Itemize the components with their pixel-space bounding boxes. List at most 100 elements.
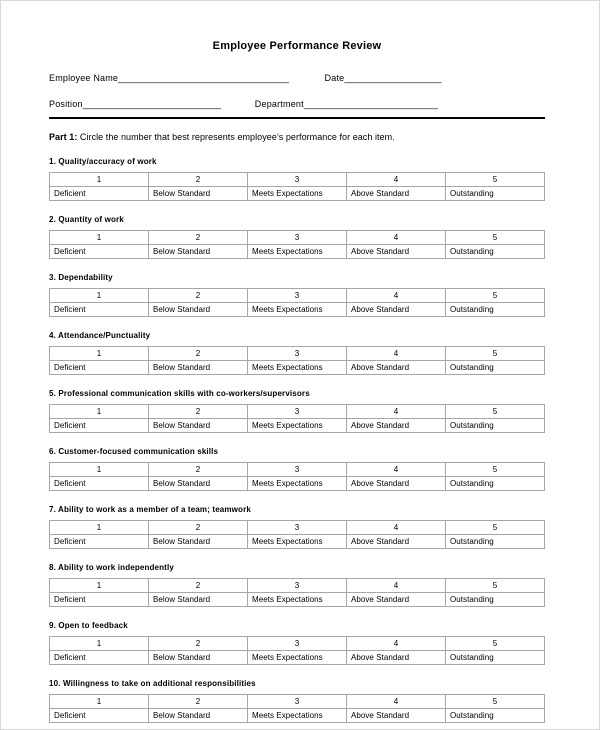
rating-item: 10. Willingness to take on additional re…: [49, 678, 545, 723]
rating-score-cell[interactable]: 1: [49, 636, 149, 651]
position-label: Position: [49, 99, 83, 109]
rating-score-cell[interactable]: 5: [445, 636, 545, 651]
rating-label-row: Deficient Below Standard Meets Expectation…: [49, 360, 545, 375]
rating-score-cell[interactable]: 2: [148, 346, 248, 361]
rating-score-cell[interactable]: 3: [247, 172, 347, 187]
rating-score-cell[interactable]: 1: [49, 404, 149, 419]
rating-score-cell[interactable]: 1: [49, 520, 149, 535]
rating-score-cell[interactable]: 5: [445, 172, 545, 187]
rating-score-row: 12345: [49, 288, 545, 303]
rating-score-cell[interactable]: 3: [247, 230, 347, 245]
rating-score-cell[interactable]: 4: [346, 346, 446, 361]
position-field[interactable]: Position______________________________: [49, 98, 221, 110]
rating-label-cell: Above Standard: [346, 302, 446, 317]
rating-label-cell: Outstanding: [445, 244, 545, 259]
rating-label-cell: Deficient: [49, 360, 149, 375]
rating-score-cell[interactable]: 1: [49, 346, 149, 361]
date-blank[interactable]: _____________________: [344, 73, 441, 83]
rating-score-cell[interactable]: 4: [346, 694, 446, 709]
rating-score-cell[interactable]: 5: [445, 230, 545, 245]
rating-score-row: 12345: [49, 578, 545, 593]
employee-name-label: Employee Name: [49, 73, 119, 83]
header-field-row-2: Position______________________________ D…: [49, 98, 545, 110]
rating-score-cell[interactable]: 1: [49, 462, 149, 477]
rating-label-row: Deficient Below Standard Meets Expectation…: [49, 186, 545, 201]
rating-label-cell: Deficient: [49, 302, 149, 317]
rating-score-cell[interactable]: 3: [247, 462, 347, 477]
rating-score-cell[interactable]: 4: [346, 404, 446, 419]
rating-score-cell[interactable]: 2: [148, 404, 248, 419]
department-field[interactable]: Department_____________________________: [255, 98, 438, 110]
department-blank[interactable]: _____________________________: [304, 99, 438, 109]
rating-label-cell: Below Standard: [148, 418, 248, 433]
rating-label-cell: Meets Expectations: [247, 592, 347, 607]
rating-label-cell: Deficient: [49, 244, 149, 259]
rating-label-row: Deficient Below Standard Meets Expectation…: [49, 244, 545, 259]
rating-label-cell: Above Standard: [346, 708, 446, 723]
header-field-row-1: Employee Name___________________________…: [49, 72, 545, 84]
rating-item: 2. Quantity of work 1 2 3 4 5 Deficient Below S…: [49, 214, 545, 259]
rating-item-heading: 9. Open to feedback: [49, 621, 128, 630]
rating-score-cell[interactable]: 3: [247, 404, 347, 419]
rating-score-cell[interactable]: 2: [148, 230, 248, 245]
rating-score-cell[interactable]: 3: [247, 636, 347, 651]
rating-item-heading: 6. Customer-focused communication skills: [49, 447, 219, 456]
position-blank[interactable]: ______________________________: [83, 99, 222, 109]
rating-score-cell[interactable]: 1: [49, 694, 149, 709]
rating-score-cell[interactable]: 4: [346, 288, 446, 303]
rating-score-cell[interactable]: 5: [445, 520, 545, 535]
date-field[interactable]: Date_____________________: [325, 72, 442, 84]
rating-score-cell[interactable]: 4: [346, 172, 446, 187]
rating-scale-table: 1 2 3 4 5 Deficient Below Standard Meets Expect…: [49, 288, 545, 317]
rating-score-cell[interactable]: 4: [346, 636, 446, 651]
rating-label-cell: Deficient: [49, 708, 149, 723]
rating-score-row: 12345: [49, 230, 545, 245]
rating-score-cell[interactable]: 4: [346, 230, 446, 245]
part-1-label: Part 1:: [49, 132, 78, 142]
header-divider: [49, 117, 545, 119]
rating-label-cell: Outstanding: [445, 476, 545, 491]
rating-score-cell[interactable]: 4: [346, 578, 446, 593]
rating-score-cell[interactable]: 2: [148, 694, 248, 709]
rating-score-cell[interactable]: 2: [148, 578, 248, 593]
rating-item-heading: 4. Attendance/Punctuality: [49, 331, 151, 340]
rating-score-cell[interactable]: 1: [49, 578, 149, 593]
rating-score-cell[interactable]: 2: [148, 520, 248, 535]
document-page: Employee Performance Review Employee Nam…: [0, 0, 600, 730]
employee-name-field[interactable]: Employee Name___________________________…: [49, 72, 289, 84]
rating-score-cell[interactable]: 5: [445, 462, 545, 477]
rating-score-cell[interactable]: 5: [445, 404, 545, 419]
rating-label-cell: Meets Expectations: [247, 360, 347, 375]
rating-score-cell[interactable]: 5: [445, 346, 545, 361]
rating-label-cell: Outstanding: [445, 418, 545, 433]
rating-score-cell[interactable]: 1: [49, 230, 149, 245]
rating-scale-table: 1 2 3 4 5 Deficient Below Standard Meets Expect…: [49, 636, 545, 665]
rating-score-cell[interactable]: 5: [445, 694, 545, 709]
rating-score-cell[interactable]: 2: [148, 288, 248, 303]
rating-score-cell[interactable]: 3: [247, 288, 347, 303]
employee-name-blank[interactable]: _____________________________________: [118, 73, 289, 83]
rating-scale-table: 1 2 3 4 5 Deficient Below Standard Meets Expect…: [49, 230, 545, 259]
rating-score-cell[interactable]: 4: [346, 520, 446, 535]
rating-score-cell[interactable]: 3: [247, 694, 347, 709]
rating-score-cell[interactable]: 5: [445, 578, 545, 593]
rating-label-cell: Below Standard: [148, 244, 248, 259]
rating-score-cell[interactable]: 3: [247, 578, 347, 593]
rating-score-cell[interactable]: 3: [247, 346, 347, 361]
rating-score-row: 12345: [49, 404, 545, 419]
rating-score-cell[interactable]: 2: [148, 172, 248, 187]
rating-label-cell: Outstanding: [445, 592, 545, 607]
rating-score-cell[interactable]: 5: [445, 288, 545, 303]
rating-score-cell[interactable]: 2: [148, 636, 248, 651]
rating-score-row: 12345: [49, 172, 545, 187]
rating-score-cell[interactable]: 2: [148, 462, 248, 477]
rating-item-heading: 8. Ability to work independently: [49, 563, 174, 572]
rating-score-cell[interactable]: 1: [49, 288, 149, 303]
rating-label-cell: Meets Expectations: [247, 418, 347, 433]
rating-score-cell[interactable]: 3: [247, 520, 347, 535]
rating-label-cell: Outstanding: [445, 708, 545, 723]
part-1-instructions: Part 1: Circle the number that best repr…: [49, 131, 545, 143]
rating-score-cell[interactable]: 4: [346, 462, 446, 477]
rating-score-cell[interactable]: 1: [49, 172, 149, 187]
rating-label-cell: Outstanding: [445, 650, 545, 665]
